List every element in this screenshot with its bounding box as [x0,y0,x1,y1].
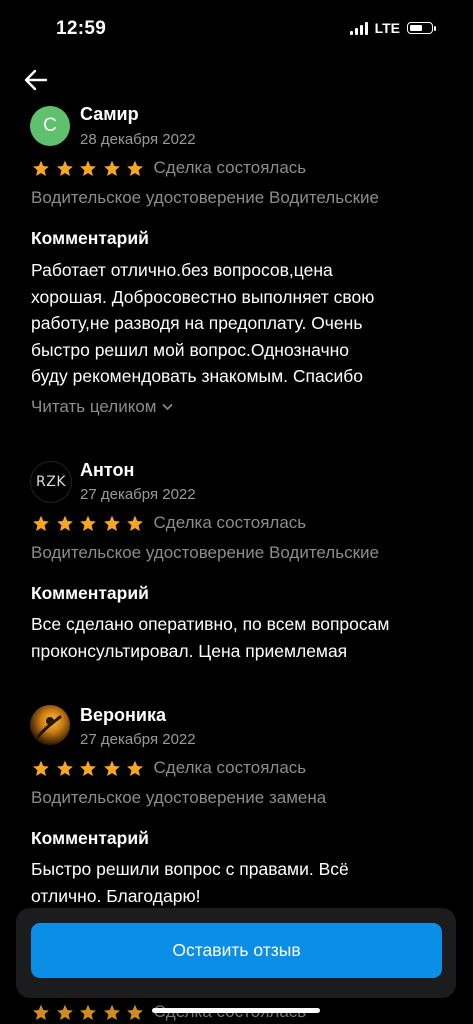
service-name: Водительское удостоверение Водительские [31,188,379,207]
comment-text: Быстро решили вопрос с правами. Всё отли… [31,856,451,909]
network-type: LTE [374,20,400,36]
avatar-photo-icon [36,715,62,739]
star-icon [103,515,120,531]
deal-status: Сделка состоялась [153,513,307,532]
star-icon [80,160,96,176]
star-icon [56,1004,73,1020]
comment-line: проконсультировал. Цена приемлемая [31,640,348,661]
rating-row: Сделка состоялась [31,758,306,778]
star-icon [56,160,73,176]
review-date: 27 декабря 2022 [80,731,196,748]
comment-line: отлично. Благодарю! [31,885,201,906]
star-icon [127,515,143,531]
star-icon [127,1004,143,1020]
comment-header: Комментарий [31,583,149,603]
service-name: Водительское удостоверение замена [31,788,327,807]
deal-status: Сделка состоялась [153,758,307,777]
star-icon [80,515,96,531]
signal-icon [349,21,368,35]
comment-line: Быстро решили вопрос с правами. Всё [31,859,349,879]
star-icon [33,760,49,776]
leave-review-button[interactable]: Оставить отзыв [31,923,442,978]
star-icon [103,160,120,176]
status-time: 12:59 [56,18,107,39]
star-icon [103,1004,120,1020]
star-icon [103,760,120,776]
comment-line: Все сделано оперативно, по всем вопросам [31,614,390,634]
avatar-logo-text: RZK [36,474,66,490]
rating-row: Сделка состоялась [31,158,306,178]
battery-icon [407,22,436,34]
star-icon [80,1004,96,1020]
comment-line: Работает отлично.без вопросов,цена [31,260,333,280]
star-icon [127,760,143,776]
avatar: RZK [30,461,72,503]
read-more-link[interactable]: Читать целиком [31,397,173,417]
comment-header: Комментарий [31,228,149,248]
home-indicator [152,1008,320,1013]
avatar-letter: С [43,115,57,136]
avatar: С [30,106,70,146]
comment-text: Все сделано оперативно, по всем вопросам… [31,611,451,664]
comment-text: Работает отлично.без вопросов,цена хорош… [31,257,451,390]
reviewer-name: Самир [80,104,139,124]
star-icon [56,760,73,776]
deal-status: Сделка состоялась [153,158,307,177]
star-icon [33,515,49,531]
status-bar: 12:59 LTE [0,0,473,60]
back-arrow-icon[interactable] [22,66,50,94]
chevron-down-icon [161,403,173,411]
reviewer-name: Антон [80,460,135,480]
comment-line: работу,не разводя на предоплату. Очень [31,313,363,333]
comment-line: хорошая. Добросовестно выполняет свою [31,286,375,307]
star-icon [33,160,49,176]
star-icon [127,160,143,176]
review-date: 28 декабря 2022 [80,131,196,148]
status-icons: LTE [349,20,436,36]
comment-header: Комментарий [31,828,149,848]
avatar [30,705,70,745]
comment-line: буду рекомендовать знакомым. Спасибо [31,366,363,386]
star-icon [56,515,73,531]
reviewer-name: Вероника [80,705,166,725]
review-date: 27 декабря 2022 [80,486,196,503]
rating-row: Сделка состоялась [31,513,306,533]
read-more-label: Читать целиком [31,397,157,416]
comment-line: быстро решил мой вопрос.Однозначно [31,339,350,360]
service-name: Водительское удостоверение Водительские [31,543,379,562]
star-icon [33,1004,49,1020]
star-icon [80,760,96,776]
